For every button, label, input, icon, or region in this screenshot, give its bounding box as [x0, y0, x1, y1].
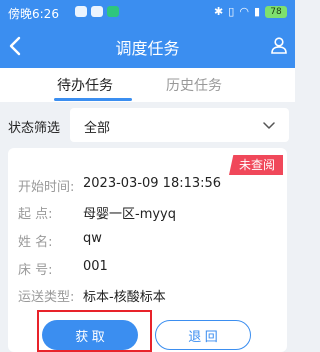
transport-type-value: 标本-核酸标本 — [83, 290, 166, 305]
page-title: 调度任务 — [115, 39, 180, 58]
status-filter-label: 状态筛选 — [8, 121, 61, 136]
tab-pending[interactable]: 待办任务 — [57, 75, 113, 95]
app-icon — [107, 6, 119, 17]
name-value: qw — [83, 231, 102, 246]
get-task-button[interactable]: 获 取 — [42, 320, 138, 350]
origin-label: 起 点: — [18, 207, 53, 222]
battery-icon: 78 — [265, 5, 287, 18]
vibrate-icon: ▯ — [228, 5, 235, 18]
status-bar: 傍晚6:26 ✱ ▯ ◠ ▮ 78 — [0, 0, 295, 24]
notification-icons — [75, 6, 119, 17]
active-tab-indicator — [54, 98, 132, 101]
task-card: 未查阅 开始时间: 2023-03-09 18:13:56 起 点: 母婴一区-… — [8, 148, 287, 352]
signal-icon: ▮ — [253, 5, 260, 18]
return-task-button[interactable]: 退 回 — [155, 320, 251, 350]
bed-label: 床 号: — [18, 263, 53, 278]
tab-history[interactable]: 历史任务 — [166, 75, 222, 95]
tab-bar: 待办任务 历史任务 — [0, 68, 295, 102]
nav-bar: 调度任务 — [0, 24, 295, 68]
user-icon[interactable] — [269, 35, 289, 55]
unread-badge: 未查阅 — [228, 155, 283, 175]
start-time-value: 2023-03-09 18:13:56 — [83, 176, 222, 191]
system-icons: ✱ ▯ ◠ ▮ 78 — [214, 5, 287, 18]
status-filter-value: 全部 — [84, 121, 111, 136]
bed-value: 001 — [83, 259, 108, 274]
sim-icon — [91, 6, 103, 17]
start-time-label: 开始时间: — [18, 180, 75, 195]
name-label: 姓 名: — [18, 235, 53, 250]
status-filter-select[interactable]: 全部 — [70, 108, 289, 142]
transport-type-label: 运送类型: — [18, 290, 75, 305]
chevron-down-icon — [263, 122, 275, 129]
bluetooth-icon: ✱ — [214, 5, 224, 18]
status-time: 傍晚6:26 — [8, 7, 59, 21]
notification-icon — [75, 6, 87, 17]
wifi-icon: ◠ — [239, 5, 249, 18]
origin-value: 母婴一区-myyq — [83, 207, 176, 222]
